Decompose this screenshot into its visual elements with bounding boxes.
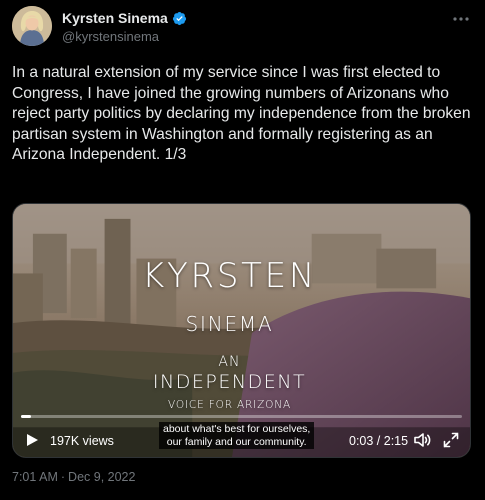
video-progress-bar[interactable] xyxy=(21,415,462,418)
avatar-portrait-icon xyxy=(12,6,52,46)
video-title-last-name: SINEMA xyxy=(185,312,274,336)
video-caption: about what's best for ourselves, our fam… xyxy=(159,422,315,449)
video-time: 0:03 / 2:15 xyxy=(349,434,409,448)
video-title-independent: INDEPENDENT xyxy=(152,371,307,393)
video-title-an: AN xyxy=(218,354,241,370)
author-handle[interactable]: @kyrstensinema xyxy=(62,29,159,44)
video-progress-fill xyxy=(21,415,31,418)
tweet-meta: 7:01 AM · Dec 9, 2022 xyxy=(12,470,135,484)
fullscreen-icon[interactable] xyxy=(443,432,459,448)
video-caption-line-1: about what's best for ourselves, xyxy=(163,423,311,435)
video-caption-line-2: our family and our community. xyxy=(166,435,307,448)
play-icon[interactable] xyxy=(25,433,39,447)
tweet-card: Kyrsten Sinema @kyrstensinema In a natur… xyxy=(0,0,485,500)
tweet-time[interactable]: 7:01 AM xyxy=(12,470,58,484)
tweet-date[interactable]: Dec 9, 2022 xyxy=(68,470,135,484)
verified-badge-icon xyxy=(172,11,187,26)
video-title-first-name: KYRSTEN xyxy=(142,256,317,296)
video-views: 197K views xyxy=(50,434,114,448)
volume-icon[interactable] xyxy=(414,432,432,448)
avatar[interactable] xyxy=(12,6,52,46)
video-title-voice: VOICE FOR ARIZONA xyxy=(168,399,291,411)
video-player[interactable]: KYRSTEN SINEMA AN INDEPENDENT VOICE FOR … xyxy=(12,203,471,458)
author-name-row: Kyrsten Sinema xyxy=(62,10,187,26)
meta-separator: · xyxy=(60,470,66,484)
tweet-text: In a natural extension of my service sin… xyxy=(12,64,471,163)
tweet-header: Kyrsten Sinema @kyrstensinema xyxy=(12,6,474,50)
more-options-icon[interactable] xyxy=(452,12,470,26)
author-display-name[interactable]: Kyrsten Sinema xyxy=(62,10,168,26)
